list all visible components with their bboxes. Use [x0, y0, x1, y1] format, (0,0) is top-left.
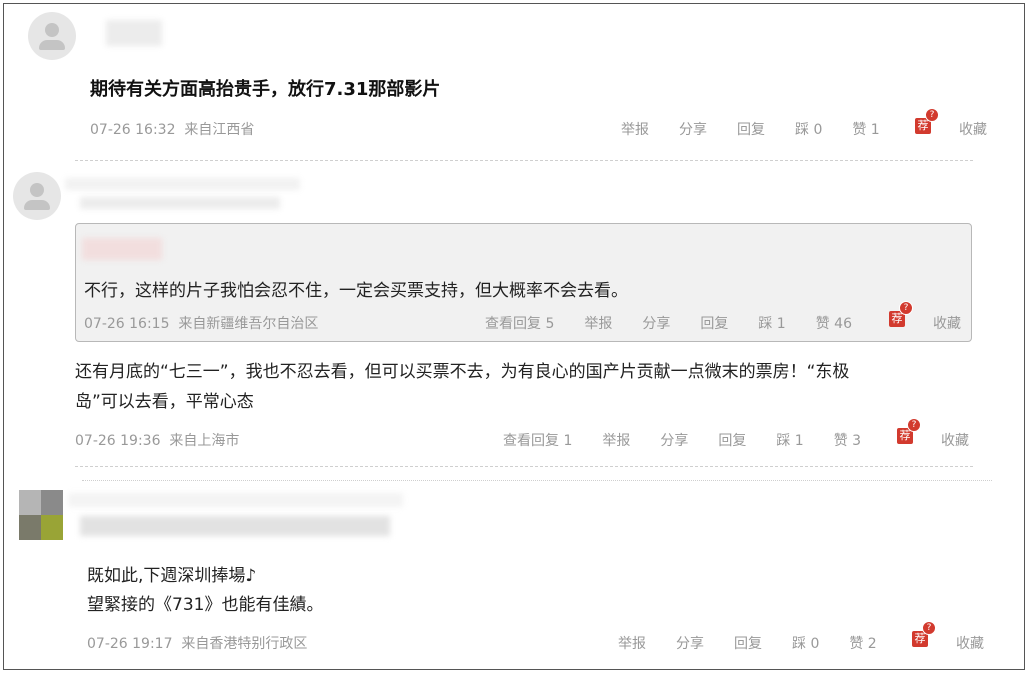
comment-text: 期待有关方面高抬贵手，放行7.31那部影片	[90, 79, 441, 100]
like-button[interactable]: 赞 3	[834, 430, 861, 450]
share-button[interactable]: 分享	[676, 633, 704, 653]
user-avatar[interactable]	[28, 12, 76, 60]
report-button[interactable]: 举报	[621, 119, 649, 139]
quoted-comment-meta: 07-26 16:15 来自新疆维吾尔自治区	[84, 313, 318, 333]
collect-button[interactable]: 收藏	[941, 430, 969, 450]
comment-location: 来自香港特别行政区	[181, 636, 308, 652]
comment-time: 07-26 16:32	[90, 122, 176, 138]
help-icon: ?	[899, 301, 913, 315]
like-button[interactable]: 赞 1	[852, 119, 879, 139]
comment-actions: 举报 分享 回复 踩 0 赞 2	[618, 633, 877, 653]
reply-button[interactable]: 回复	[737, 119, 765, 139]
downvote-button[interactable]: 踩 0	[792, 633, 819, 653]
comment-meta: 07-26 16:32 来自江西省	[90, 119, 254, 139]
view-replies-button[interactable]: 查看回复 1	[503, 430, 572, 450]
help-icon: ?	[907, 418, 921, 432]
share-button[interactable]: 分享	[642, 313, 670, 333]
collect-button[interactable]: 收藏	[959, 119, 987, 139]
downvote-button[interactable]: 踩 1	[776, 430, 803, 450]
reply-button[interactable]: 回复	[700, 313, 728, 333]
user-avatar[interactable]	[19, 490, 63, 540]
blurred-username[interactable]	[65, 178, 300, 190]
comment-text-line-2: 岛”可以去看，平常心态	[75, 392, 254, 412]
comment-meta: 07-26 19:36 来自上海市	[75, 430, 239, 450]
reply-button[interactable]: 回复	[718, 430, 746, 450]
like-button[interactable]: 赞 2	[849, 633, 876, 653]
quoted-comment: 不行，这样的片子我怕会忍不住，一定会买票支持，但大概率不会去看。 07-26 1…	[75, 223, 972, 342]
comment-location: 来自江西省	[184, 122, 255, 138]
share-button[interactable]: 分享	[679, 119, 707, 139]
help-icon: ?	[922, 621, 936, 635]
recommend-icon[interactable]: 荐?	[912, 621, 936, 647]
comment-meta: 07-26 19:17 来自香港特别行政区	[87, 633, 307, 653]
comment-text-line-1: 既如此,下週深圳捧場♪	[87, 566, 257, 586]
comment-text-line-2: 望緊接的《731》也能有佳績。	[87, 595, 324, 615]
blurred-user-info	[80, 197, 280, 209]
downvote-button[interactable]: 踩 0	[795, 119, 822, 139]
collect-button[interactable]: 收藏	[933, 313, 961, 333]
report-button[interactable]: 举报	[584, 313, 612, 333]
blurred-username[interactable]	[106, 20, 162, 46]
recommend-icon[interactable]: 荐?	[889, 301, 913, 327]
comment-actions: 举报 分享 回复 踩 0 赞 1	[621, 119, 880, 139]
comment-time: 07-26 19:36	[75, 433, 161, 449]
report-button[interactable]: 举报	[602, 430, 630, 450]
user-avatar[interactable]	[13, 172, 61, 220]
like-button[interactable]: 赞 46	[816, 313, 852, 333]
divider	[75, 466, 973, 467]
quoted-comment-text: 不行，这样的片子我怕会忍不住，一定会买票支持，但大概率不会去看。	[84, 281, 628, 301]
quoted-comment-actions: 查看回复 5 举报 分享 回复 踩 1 赞 46	[485, 313, 852, 333]
comment-time: 07-26 19:17	[87, 636, 173, 652]
quoted-comment-time: 07-26 16:15	[84, 316, 170, 332]
help-icon: ?	[925, 108, 939, 122]
blurred-quoted-username[interactable]	[82, 238, 162, 260]
collect-button[interactable]: 收藏	[956, 633, 984, 653]
downvote-button[interactable]: 踩 1	[758, 313, 785, 333]
blurred-username[interactable]	[68, 493, 403, 507]
recommend-icon[interactable]: 荐?	[915, 108, 939, 134]
reply-button[interactable]: 回复	[734, 633, 762, 653]
blurred-user-info	[80, 516, 390, 536]
divider	[75, 160, 973, 161]
comment-actions: 查看回复 1 举报 分享 回复 踩 1 赞 3	[503, 430, 861, 450]
view-replies-button[interactable]: 查看回复 5	[485, 313, 554, 333]
divider	[82, 480, 992, 481]
comment-text-line-1: 还有月底的“七三一”，我也不忍去看，但可以买票不去，为有良心的国产片贡献一点微末…	[75, 362, 850, 382]
report-button[interactable]: 举报	[618, 633, 646, 653]
share-button[interactable]: 分享	[660, 430, 688, 450]
quoted-comment-location: 来自新疆维吾尔自治区	[178, 316, 319, 332]
recommend-icon[interactable]: 荐?	[897, 418, 921, 444]
comment-location: 来自上海市	[169, 433, 240, 449]
